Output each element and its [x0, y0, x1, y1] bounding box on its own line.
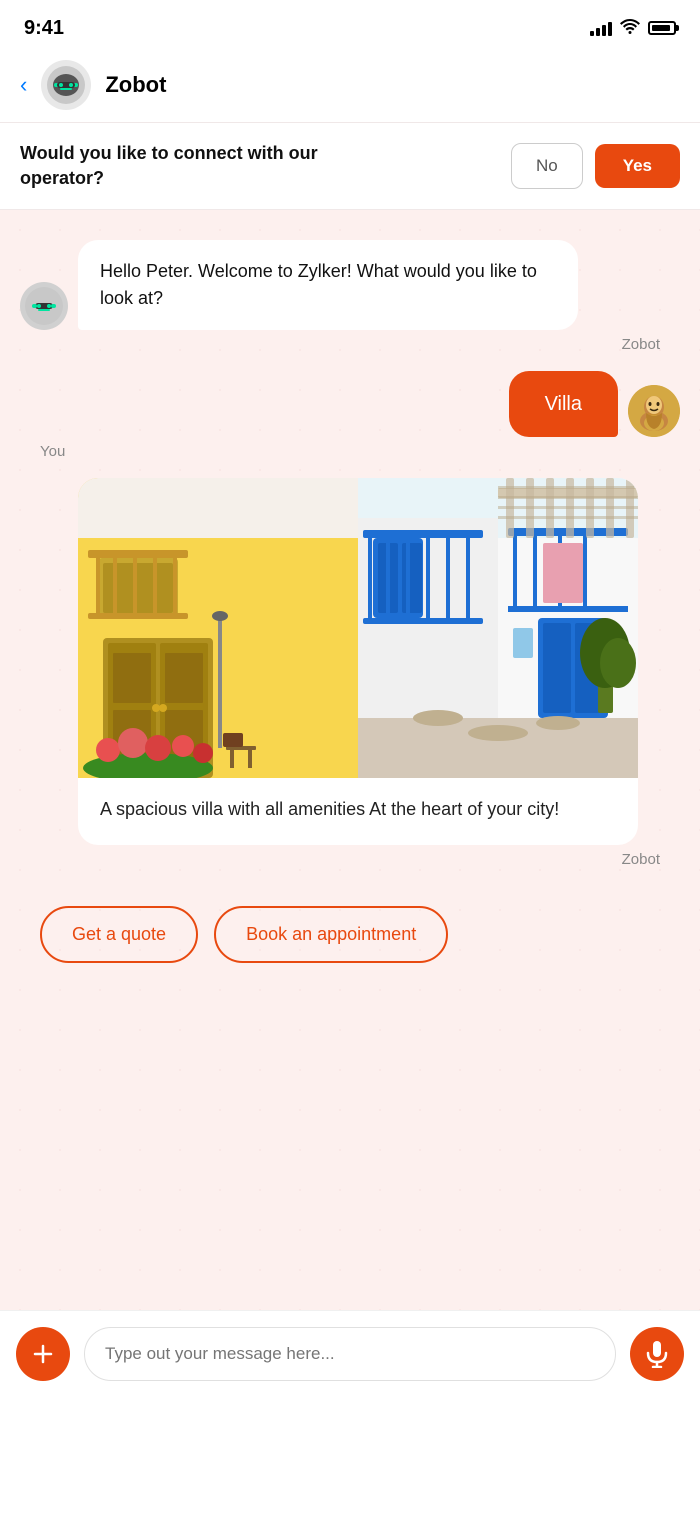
- yes-button[interactable]: Yes: [595, 144, 680, 188]
- villa-image-right: [358, 478, 638, 778]
- bot-sender-2: Zobot: [20, 851, 660, 868]
- status-time: 9:41: [24, 17, 64, 40]
- get-quote-button[interactable]: Get a quote: [40, 906, 198, 963]
- mic-button[interactable]: [630, 1327, 684, 1381]
- battery-icon: [648, 21, 676, 35]
- villa-image-left: [78, 478, 358, 778]
- bot-message-text-1: Hello Peter. Welcome to Zylker! What wou…: [100, 261, 537, 308]
- property-card: A spacious villa with all amenities At t…: [78, 478, 638, 845]
- add-button[interactable]: [16, 1327, 70, 1381]
- action-buttons: Get a quote Book an appointment: [20, 886, 680, 987]
- book-appointment-button[interactable]: Book an appointment: [214, 906, 448, 963]
- bot-avatar-1: [20, 282, 68, 330]
- user-message-text: Villa: [545, 393, 582, 415]
- card-images: [78, 478, 638, 778]
- wifi-icon: [620, 18, 640, 39]
- back-button[interactable]: ‹: [20, 74, 27, 96]
- nav-bar: ‹ Zobot: [0, 52, 700, 122]
- status-icons: [590, 18, 676, 39]
- bot-message-row-1: Hello Peter. Welcome to Zylker! What wou…: [20, 240, 680, 330]
- bot-sender-1: Zobot: [20, 336, 660, 353]
- card-description: A spacious villa with all amenities At t…: [78, 778, 638, 845]
- user-sender: You: [40, 443, 680, 460]
- bot-name-title: Zobot: [105, 72, 166, 98]
- chat-area: Hello Peter. Welcome to Zylker! What wou…: [0, 210, 700, 1310]
- user-avatar: [628, 385, 680, 437]
- user-bubble: Villa: [509, 371, 618, 437]
- operator-question: Would you like to connect with our opera…: [20, 141, 350, 191]
- bot-bubble-1: Hello Peter. Welcome to Zylker! What wou…: [78, 240, 578, 330]
- operator-banner: Would you like to connect with our opera…: [0, 122, 700, 210]
- no-button[interactable]: No: [511, 143, 583, 189]
- signal-icon: [590, 20, 612, 36]
- banner-buttons: No Yes: [511, 143, 680, 189]
- input-bar: [0, 1310, 700, 1411]
- message-input[interactable]: [84, 1327, 616, 1381]
- user-message-row: Villa: [20, 371, 680, 437]
- card-description-text: A spacious villa with all amenities At t…: [100, 799, 559, 819]
- bot-avatar-nav: [41, 60, 91, 110]
- status-bar: 9:41: [0, 0, 700, 52]
